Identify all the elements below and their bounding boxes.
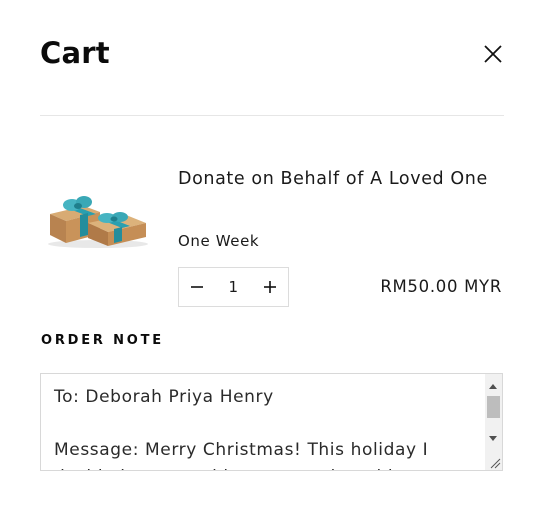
product-title[interactable]: Donate on Behalf of A Loved One <box>178 166 498 192</box>
order-note-text[interactable]: To: Deborah Priya Henry Message: Merry C… <box>54 384 474 470</box>
order-note-textarea[interactable]: To: Deborah Priya Henry Message: Merry C… <box>40 373 503 471</box>
cart-title: Cart <box>40 36 110 70</box>
increase-quantity-button[interactable] <box>252 268 288 306</box>
gift-box-image <box>48 196 148 248</box>
order-note-label: ORDER NOTE <box>41 333 164 348</box>
scroll-thumb[interactable] <box>487 396 500 418</box>
quantity-input[interactable]: 1 <box>215 268 252 306</box>
header-divider <box>40 115 504 116</box>
decrease-quantity-button[interactable] <box>179 268 215 306</box>
close-button[interactable] <box>482 43 504 65</box>
product-price: RM50.00 MYR <box>380 277 502 296</box>
plus-icon <box>264 281 276 293</box>
minus-icon <box>191 286 203 288</box>
product-image[interactable] <box>44 188 150 250</box>
product-variant: One Week <box>178 232 260 250</box>
scroll-up-arrow-icon[interactable] <box>489 384 497 389</box>
scroll-down-arrow-icon[interactable] <box>489 436 497 441</box>
cart-header: Cart <box>40 34 504 78</box>
quantity-stepper: 1 <box>178 267 289 307</box>
close-icon <box>484 45 502 63</box>
resize-handle-icon[interactable] <box>487 455 501 469</box>
